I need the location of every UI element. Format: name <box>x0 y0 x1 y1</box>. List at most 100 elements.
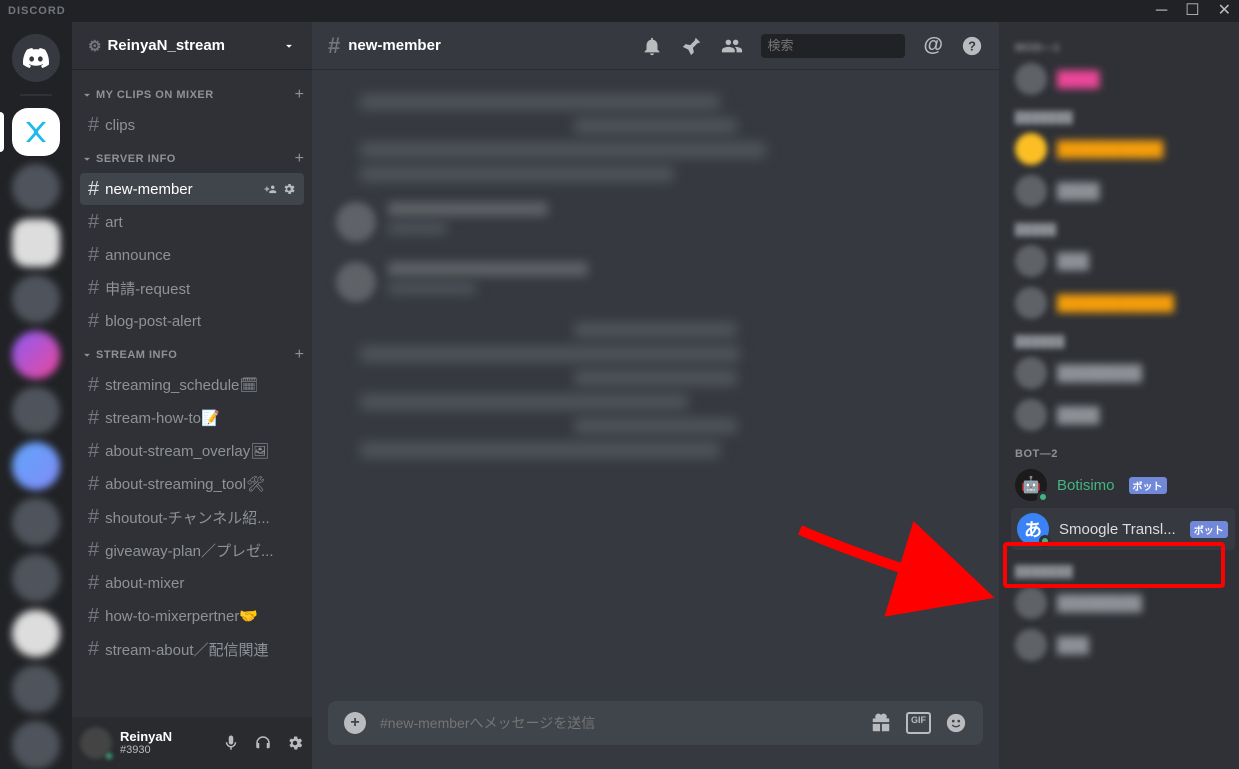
member-item[interactable]: ████ <box>1015 170 1231 212</box>
channel-about-stream_overlay--[interactable]: #about-stream_overlay🖼 <box>80 435 304 467</box>
blurred-divider <box>574 370 738 386</box>
channel----request[interactable]: #申請-request <box>80 272 304 304</box>
guild-item[interactable] <box>12 219 60 267</box>
chat-input[interactable]: + GIF <box>328 701 983 745</box>
emoji-button[interactable] <box>945 712 967 734</box>
home-button[interactable] <box>12 34 60 82</box>
gear-icon[interactable] <box>282 182 296 196</box>
member-item[interactable]: ████████ <box>1015 582 1231 624</box>
member-item[interactable]: ██████████ <box>1015 128 1231 170</box>
category-name: STREAM INFO <box>80 348 177 362</box>
guild-mixer[interactable] <box>12 108 60 156</box>
notifications-button[interactable] <box>641 35 663 57</box>
channel-label: stream-how-to📝 <box>105 409 220 427</box>
hash-icon: # <box>88 178 99 201</box>
mute-button[interactable] <box>222 734 240 752</box>
channel-about-mixer[interactable]: #about-mixer <box>80 567 304 599</box>
member-item[interactable]: ████ <box>1015 394 1231 436</box>
invite-icon[interactable] <box>264 182 278 196</box>
member-item[interactable]: ███████████ <box>1015 282 1231 324</box>
channel-label: about-stream_overlay🖼 <box>105 442 269 460</box>
member-item[interactable]: ████████ <box>1015 352 1231 394</box>
hash-icon: # <box>88 407 99 430</box>
channel-label: announce <box>105 247 171 264</box>
hash-icon: # <box>88 638 99 661</box>
channel-art[interactable]: #art <box>80 206 304 238</box>
channel-blog-post-alert[interactable]: #blog-post-alert <box>80 305 304 337</box>
settings-button[interactable] <box>286 734 304 752</box>
message-input[interactable] <box>380 715 856 731</box>
add-channel-button[interactable]: + <box>295 150 304 168</box>
chat-header: # new-member @ ? <box>312 22 999 70</box>
member-item[interactable]: ███ <box>1015 624 1231 666</box>
channel-new-member[interactable]: # new-member <box>80 173 304 205</box>
mentions-button[interactable]: @ <box>923 34 943 57</box>
status-online-icon <box>104 751 114 761</box>
channel-stream-about-----[interactable]: # stream-about／配信関連 <box>80 633 304 665</box>
member-botisimo[interactable]: 🤖 Botisimo ボット <box>1015 464 1231 506</box>
attach-button[interactable]: + <box>344 712 366 734</box>
channel-clips[interactable]: #clips <box>80 109 304 141</box>
server-name: ⚙ReinyaN_stream <box>88 37 225 55</box>
member-item[interactable]: ███ <box>1015 240 1231 282</box>
add-channel-button[interactable]: + <box>295 346 304 364</box>
pinned-button[interactable] <box>681 35 703 57</box>
guild-item[interactable] <box>12 275 60 323</box>
gift-button[interactable] <box>870 712 892 734</box>
guild-item[interactable] <box>12 498 60 546</box>
guild-item[interactable] <box>12 665 60 713</box>
help-button[interactable]: ? <box>961 35 983 57</box>
member-item[interactable]: ████ <box>1015 58 1231 100</box>
channel-label: 申請-request <box>105 278 190 299</box>
channel-category[interactable]: STREAM INFO + <box>72 338 312 368</box>
close-button[interactable]: ✕ <box>1218 3 1231 19</box>
maximize-button[interactable]: ☐ <box>1185 3 1199 19</box>
guild-item[interactable] <box>12 721 60 769</box>
user-tag: #3930 <box>120 744 214 757</box>
hash-icon: # <box>88 506 99 529</box>
guild-item[interactable] <box>12 164 60 212</box>
blurred-message <box>360 442 720 458</box>
channel-how-to-mixerpertner--[interactable]: #how-to-mixerpertner🤝 <box>80 600 304 632</box>
channel-shoutout----------[interactable]: #shoutout-チャンネル紹... <box>80 501 304 533</box>
channel-label: stream-about／配信関連 <box>105 639 268 660</box>
user-info: ReinyaN #3930 <box>120 729 214 758</box>
add-channel-button[interactable]: + <box>295 86 304 104</box>
channel-list: MY CLIPS ON MIXER+#clipsSERVER INFO+ # new… <box>72 70 312 717</box>
guild-item[interactable] <box>12 554 60 602</box>
minimize-button[interactable]: ─ <box>1156 3 1167 19</box>
hash-icon: # <box>328 33 340 59</box>
hash-icon: # <box>88 539 99 562</box>
deafen-button[interactable] <box>254 734 272 752</box>
channel-stream-how-to--[interactable]: # stream-how-to📝 <box>80 402 304 434</box>
channel-giveaway-plan-------[interactable]: #giveaway-plan／プレゼ... <box>80 534 304 566</box>
guild-item[interactable] <box>12 610 60 658</box>
bot-avatar: あ <box>1017 513 1049 545</box>
blurred-message <box>360 142 766 158</box>
guild-item[interactable] <box>12 442 60 490</box>
hash-icon: # <box>88 572 99 595</box>
user-name: ReinyaN <box>120 729 214 745</box>
hash-icon: # <box>88 374 99 397</box>
gif-button[interactable]: GIF <box>906 712 931 734</box>
channel-category[interactable]: SERVER INFO+ <box>72 142 312 172</box>
members-toggle-button[interactable] <box>721 35 743 57</box>
guild-item[interactable] <box>12 387 60 435</box>
channel-streaming_schedule--[interactable]: #streaming_schedule🗓 <box>80 369 304 401</box>
channel-label: new-member <box>105 181 193 198</box>
channel-announce[interactable]: #announce <box>80 239 304 271</box>
status-online-icon <box>1037 491 1049 503</box>
channel-category[interactable]: MY CLIPS ON MIXER+ <box>72 78 312 108</box>
search-input[interactable] <box>767 38 943 53</box>
channel-title: # new-member <box>328 33 441 59</box>
blurred-message-block <box>336 262 975 302</box>
search-box[interactable] <box>761 34 905 58</box>
user-avatar[interactable] <box>80 727 112 759</box>
blurred-avatar <box>336 262 376 302</box>
server-header[interactable]: ⚙ReinyaN_stream <box>72 22 312 70</box>
member-group-label: █████ <box>1015 224 1231 236</box>
annotation-arrow <box>790 520 1010 620</box>
guild-item[interactable] <box>12 331 60 379</box>
member-group-label: ███████ <box>1015 112 1231 124</box>
channel-about-streaming_tool--[interactable]: #about-streaming_tool🛠 <box>80 468 304 500</box>
